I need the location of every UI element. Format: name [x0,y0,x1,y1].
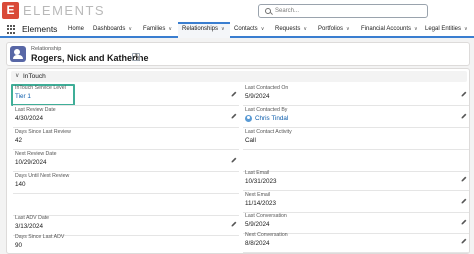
nav-tab-label: Financial Accounts [361,26,412,32]
pencil-icon[interactable] [461,176,467,182]
global-header: E ELEMENTS Search... [0,0,474,22]
nav-tab-legal-entities[interactable]: Legal Entities ∨ [425,26,468,32]
hierarchy-button[interactable]: A [132,53,140,61]
field-label: InTouch Service Level [15,85,66,91]
nav-tab-financial-accounts[interactable]: Financial Accounts ∨ [361,26,418,32]
field-days-since-last-review: Days Since Last Review 42 [13,128,239,150]
section-label: InTouch [23,73,46,80]
field-last-review-date: Last Review Date 4/30/2024 [13,106,239,128]
user-name-link[interactable]: Chris Tindal [255,115,288,122]
search-icon [265,8,271,14]
nav-tab-dashboards[interactable]: Dashboards ∨ [93,26,132,32]
field-next-email: Next Email 11/14/2023 [243,191,469,213]
field-label: Days Until Next Review [15,173,70,179]
chevron-down-icon[interactable]: ∨ [168,26,172,32]
field-value: 5/9/2024 [245,221,270,228]
pencil-icon[interactable] [231,157,237,163]
app-nav-bar: Elements Home Dashboards ∨ Families ∨ Rela… [0,22,474,38]
field-label: Days Since Last Review [15,129,71,135]
field-days-since-last-adv: Days Since Last ADV 90 [13,233,239,254]
field-label: Next Conversation [245,232,288,238]
global-search-input[interactable]: Search... [258,4,428,18]
nav-tab-contacts[interactable]: Contacts ∨ [234,26,264,32]
pencil-icon[interactable] [231,91,237,97]
nav-tab-label: Families [143,26,166,32]
nav-tab-label: Relationships [182,26,219,32]
nav-tab-label: Legal Entities [425,26,462,32]
logo-mark: E [2,2,19,19]
field-label: Last ADV Date [15,215,50,221]
chevron-down-icon[interactable]: ∨ [221,26,225,32]
chevron-down-icon[interactable]: ∨ [414,26,418,32]
chevron-down-icon[interactable]: ∨ [128,26,132,32]
field-value: 90 [15,242,23,249]
details-panel: ∨ InTouch InTouch Service Level Tier 1 L… [6,68,470,254]
field-value: 4/30/2024 [15,115,44,122]
user-icon [245,115,252,122]
nav-tab-requests[interactable]: Requests ∨ [275,26,307,32]
field-label: Last Contacted On [245,85,289,91]
field-value: 10/31/2023 [245,178,277,185]
app-logo[interactable]: E ELEMENTS [2,2,105,19]
field-value: 8/8/2024 [245,240,270,247]
chevron-down-icon[interactable]: ∨ [464,26,468,32]
field-next-review-date: Next Review Date 10/29/2024 [13,150,239,172]
nav-tab-relationships[interactable]: Relationships ∨ [182,26,225,32]
field-label: Last Contact Activity [245,129,292,135]
nav-tab-label: Contacts [234,26,258,32]
pencil-icon[interactable] [231,113,237,119]
field-value: 5/9/2024 [245,93,270,100]
pencil-icon[interactable] [461,113,467,119]
pencil-icon[interactable] [461,91,467,97]
record-type-label: Relationship [31,46,62,52]
pencil-icon[interactable] [461,198,467,204]
field-label: Next Review Date [15,151,57,157]
field-value: 140 [15,181,26,188]
field-value-user[interactable]: Chris Tindal [245,115,288,122]
field-last-contacted-on: Last Contacted On 5/9/2024 [243,84,469,106]
chevron-down-icon[interactable]: ∨ [261,26,265,32]
search-placeholder: Search... [275,8,300,14]
field-label: Next Email [245,192,271,198]
field-last-email: Last Email 10/31/2023 [243,169,469,191]
record-title: Rogers, Nick and Katherine [31,53,149,63]
field-label: Last Conversation [245,213,287,219]
pencil-icon[interactable] [461,219,467,225]
nav-tab-label: Home [68,26,85,32]
field-next-conversation: Next Conversation 8/8/2024 [243,231,469,253]
pencil-icon[interactable] [231,221,237,227]
nav-tab-families[interactable]: Families ∨ [143,26,172,32]
record-header: Relationship Rogers, Nick and Katherine … [6,42,470,66]
field-value: Call [245,137,256,144]
field-label: Last Contacted By [245,107,288,113]
field-value: 42 [15,137,23,144]
pencil-icon[interactable] [461,238,467,244]
field-value: 3/13/2024 [15,223,44,230]
app-name: Elements [22,24,58,34]
nav-tab-home[interactable]: Home [68,26,84,32]
nav-tab-label: Dashboards [93,26,126,32]
nav-tab-label: Requests [275,26,301,32]
field-days-until-next-review: Days Until Next Review 140 [13,172,239,194]
chevron-down-icon[interactable]: ∨ [303,26,307,32]
nav-tab-portfolios[interactable]: Portfolios ∨ [318,26,350,32]
field-value: 11/14/2023 [245,200,277,207]
section-header-intouch[interactable]: ∨ InTouch [11,71,467,82]
nav-tab-label: Portfolios [318,26,344,32]
logo-text: ELEMENTS [23,3,106,18]
field-empty [13,194,239,216]
field-intouch-service-level: InTouch Service Level Tier 1 [13,84,239,106]
field-last-contact-activity: Last Contact Activity Call [243,128,469,150]
chevron-down-icon: ∨ [15,73,20,79]
field-label: Last Email [245,170,270,176]
chevron-down-icon[interactable]: ∨ [346,26,350,32]
field-label: Days Since Last ADV [15,234,65,240]
field-label: Last Review Date [15,107,56,113]
field-value-link[interactable]: Tier 1 [15,93,31,100]
field-value: 10/29/2024 [15,159,47,166]
field-last-contacted-by: Last Contacted By Chris Tindal [243,106,469,128]
app-launcher-icon[interactable] [7,25,16,34]
relationship-icon [10,46,26,62]
